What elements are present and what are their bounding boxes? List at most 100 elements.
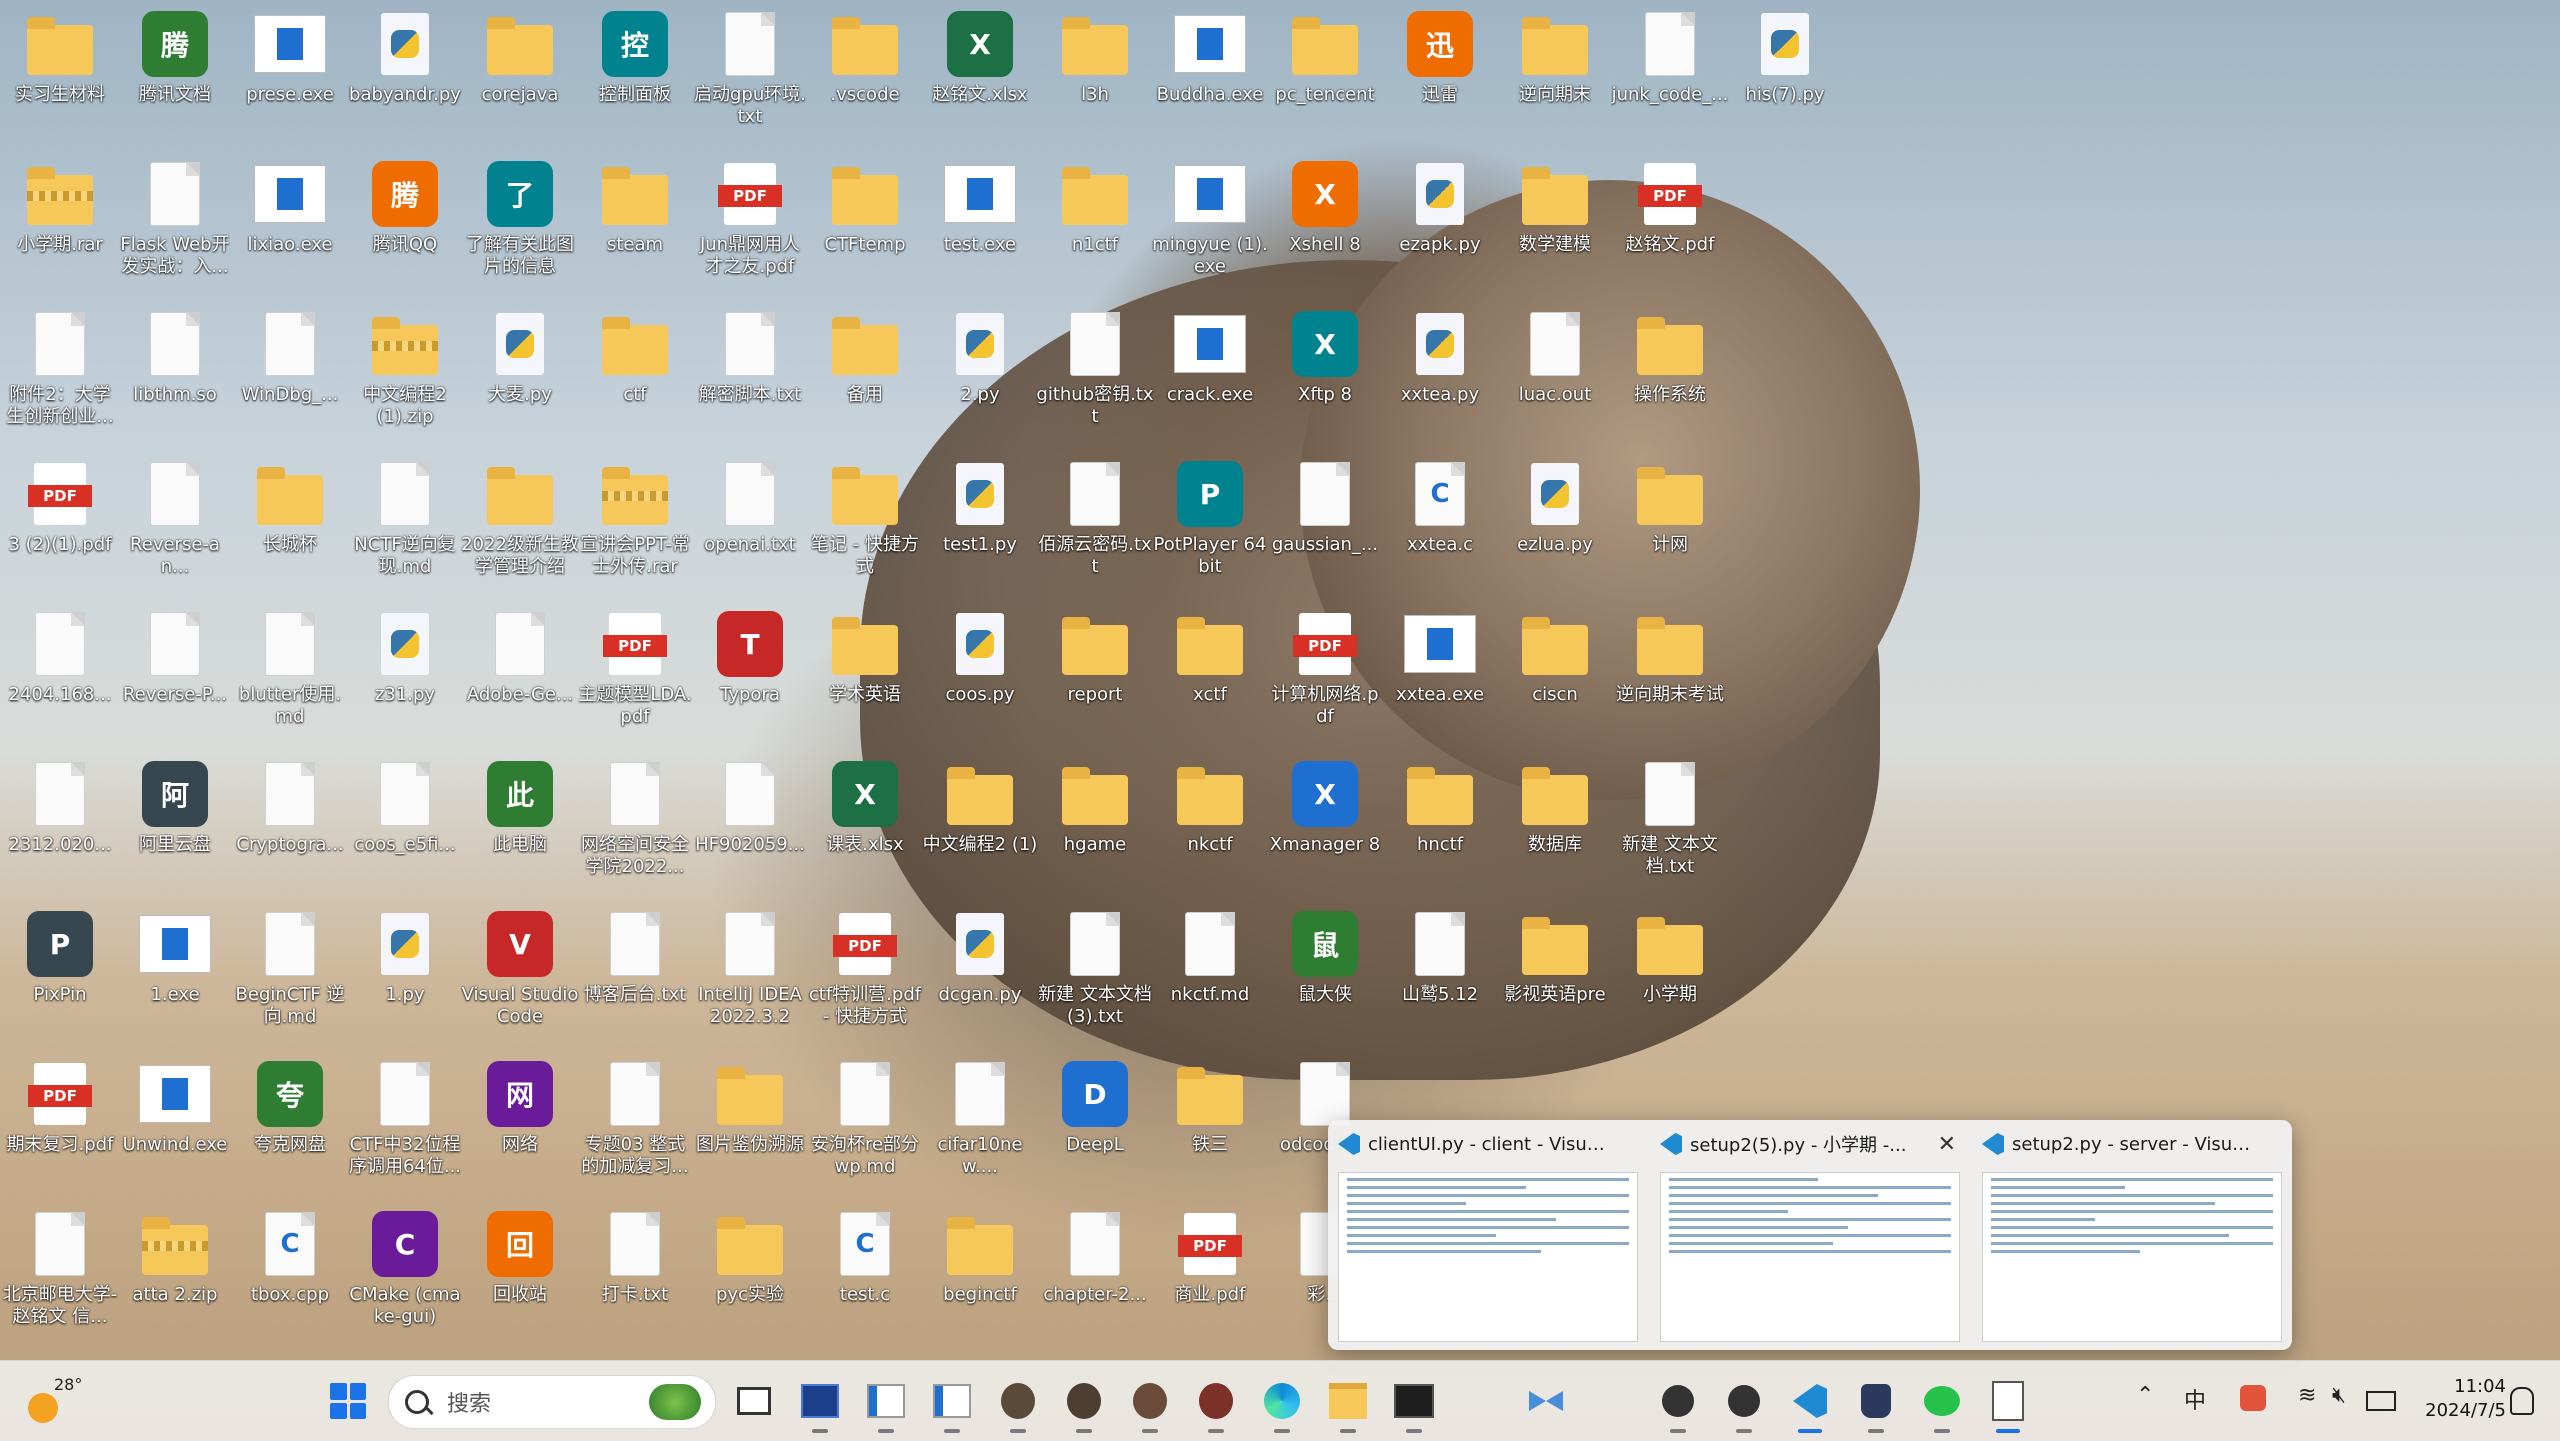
desktop-icon[interactable]: steam xyxy=(583,154,687,294)
desktop-icon[interactable]: xctf xyxy=(1158,604,1262,744)
desktop-icon[interactable]: crack.exe xyxy=(1158,304,1262,444)
desktop-icon[interactable]: atta 2.zip xyxy=(123,1204,227,1344)
desktop-icon[interactable]: P PotPlayer 64 bit xyxy=(1154,454,1266,594)
desktop-icon[interactable]: 大麦.py xyxy=(468,304,572,444)
desktop-icon[interactable]: T Typora xyxy=(698,604,802,744)
desktop-icon[interactable]: 长城杯 xyxy=(238,454,342,594)
desktop-icon[interactable]: libthm.so xyxy=(123,304,227,444)
desktop-icon[interactable]: lixiao.exe xyxy=(238,154,342,294)
desktop-icon[interactable]: 网络空间安全学院2022... xyxy=(581,754,689,894)
desktop-icon[interactable]: X Xmanager 8 xyxy=(1270,754,1380,894)
desktop-icon[interactable]: pyc实验 xyxy=(698,1204,802,1344)
desktop-icon[interactable]: 逆向期末考试 xyxy=(1616,604,1724,744)
desktop-icon[interactable]: test1.py xyxy=(928,454,1032,594)
desktop-icon[interactable]: 数学建模 xyxy=(1503,154,1607,294)
desktop-icon[interactable]: Reverse-an... xyxy=(123,454,227,594)
desktop-icon[interactable]: 1.exe xyxy=(123,904,227,1044)
desktop-icon[interactable]: 备用 xyxy=(813,304,917,444)
desktop-icon[interactable]: test.exe xyxy=(928,154,1032,294)
desktop-icon[interactable]: 博客后台.txt xyxy=(583,904,687,1044)
desktop-icon[interactable]: 计网 xyxy=(1618,454,1722,594)
start-button[interactable] xyxy=(330,1383,366,1419)
desktop-icon[interactable]: xxtea.py xyxy=(1388,304,1492,444)
taskbar-app-exe-icon[interactable] xyxy=(796,1377,844,1433)
desktop-icon[interactable]: 启动gpu环境.txt xyxy=(694,4,806,144)
desktop-icon[interactable]: Adobe-Ge... xyxy=(467,604,573,744)
desktop-icon[interactable]: 1.py xyxy=(353,904,457,1044)
desktop-icon[interactable]: xxtea.exe xyxy=(1388,604,1492,744)
desktop-icon[interactable]: 阿阿里云盘 xyxy=(123,754,227,894)
desktop-icon[interactable]: 回回收站 xyxy=(468,1204,572,1344)
desktop-icon[interactable]: 学术英语 xyxy=(813,604,917,744)
desktop-icon[interactable]: Cryptogra... xyxy=(236,754,344,894)
desktop-icon[interactable]: blutter使用.md xyxy=(238,604,342,744)
desktop-icon[interactable]: chapter-2... xyxy=(1043,1204,1147,1344)
desktop-icon[interactable]: report xyxy=(1043,604,1147,744)
desktop-icon[interactable]: 小学期 xyxy=(1618,904,1722,1044)
desktop-icon[interactable]: 佰源云密码.txt xyxy=(1038,454,1152,594)
taskbar-app-exe-icon[interactable] xyxy=(928,1377,976,1433)
desktop-icon[interactable]: 2312.020... xyxy=(8,754,112,894)
desktop-icon[interactable]: ciscn xyxy=(1503,604,1607,744)
desktop-icon[interactable]: corejava xyxy=(468,4,572,144)
desktop-icon[interactable]: 腾腾讯文档 xyxy=(123,4,227,144)
vscode-taskbar-icon[interactable] xyxy=(1786,1377,1834,1433)
desktop-icon[interactable]: 图片鉴伪溯源 xyxy=(696,1054,804,1194)
desktop-icon[interactable]: babyandr.py xyxy=(349,4,461,144)
desktop-icon[interactable]: his(7).py xyxy=(1733,4,1837,144)
battery-icon[interactable] xyxy=(2366,1391,2396,1411)
taskbar-app-avatar-icon[interactable] xyxy=(1192,1377,1240,1433)
desktop-icon[interactable]: Ctest.c xyxy=(813,1204,917,1344)
desktop-icon[interactable]: openai.txt xyxy=(698,454,802,594)
desktop-icon[interactable]: 腾腾讯QQ xyxy=(353,154,457,294)
desktop-icon[interactable]: 数据库 xyxy=(1503,754,1607,894)
wifi-icon[interactable]: ≋ xyxy=(2298,1383,2316,1408)
bug-app-icon[interactable] xyxy=(1654,1377,1702,1433)
taskbar-app-avatar-icon[interactable] xyxy=(1126,1377,1174,1433)
desktop-icon[interactable]: P PixPin xyxy=(8,904,112,1044)
desktop-icon[interactable]: 影视英语pre xyxy=(1503,904,1607,1044)
desktop-icon[interactable]: BeginCTF 逆向.md xyxy=(236,904,344,1044)
desktop-icon[interactable]: 操作系统 xyxy=(1618,304,1722,444)
desktop-icon[interactable]: 主题模型LDA.pdf xyxy=(578,604,692,744)
xshell-app-icon[interactable] xyxy=(1522,1377,1570,1425)
desktop-icon[interactable]: 中文编程2 (1) xyxy=(923,754,1037,894)
window-preview-thumbnail[interactable] xyxy=(1338,1172,1638,1342)
notification-bell-icon[interactable] xyxy=(2510,1387,2534,1415)
desktop-icon[interactable]: 附件2：大学生创新创业... xyxy=(6,304,114,444)
desktop-icon[interactable]: 3 (2)(1).pdf xyxy=(8,454,112,594)
desktop-icon[interactable]: mingyue (1).exe xyxy=(1152,154,1268,294)
desktop-icon[interactable]: X 赵铭文.xlsx xyxy=(928,4,1032,144)
clock[interactable]: 11:04 2024/7/5 xyxy=(2414,1375,2506,1423)
wechat-icon[interactable] xyxy=(1918,1377,1966,1433)
desktop-icon[interactable]: 逆向期末 xyxy=(1503,4,1607,144)
desktop-icon[interactable]: X Xshell 8 xyxy=(1273,154,1377,294)
desktop-icon[interactable]: 打卡.txt xyxy=(583,1204,687,1344)
desktop-icon[interactable]: ezlua.py xyxy=(1503,454,1607,594)
desktop-icon[interactable]: n1ctf xyxy=(1043,154,1147,294)
desktop-icon[interactable]: 夸夸克网盘 xyxy=(238,1054,342,1194)
desktop-icon[interactable]: cifar10new.... xyxy=(928,1054,1032,1194)
desktop-icon[interactable]: V Visual Studio Code xyxy=(462,904,578,1044)
desktop-icon[interactable]: nkctf.md xyxy=(1158,904,1262,1044)
close-icon[interactable]: ✕ xyxy=(1938,1132,1956,1157)
desktop-icon[interactable]: 商业.pdf xyxy=(1158,1204,1262,1344)
desktop-icon[interactable]: Buddha.exe xyxy=(1157,4,1263,144)
desktop-icon[interactable]: prese.exe xyxy=(238,4,342,144)
desktop-icon[interactable]: dcgan.py xyxy=(928,904,1032,1044)
desktop-icon[interactable]: D DeepL xyxy=(1043,1054,1147,1194)
desktop-icon[interactable]: 2404.168... xyxy=(8,604,112,744)
desktop-icon[interactable]: IntelliJ IDEA 2022.3.2 xyxy=(698,904,802,1044)
desktop-icon[interactable]: Unwind.exe xyxy=(123,1054,227,1194)
desktop-icon[interactable]: CTFtemp xyxy=(813,154,917,294)
edge-browser-icon[interactable] xyxy=(1258,1377,1306,1433)
terminal-icon[interactable] xyxy=(1390,1377,1438,1433)
desktop-icon[interactable]: 此此电脑 xyxy=(468,754,572,894)
desktop-icon[interactable]: 宣讲会PPT-常士外传.rar xyxy=(580,454,690,594)
desktop-icon[interactable]: hgame xyxy=(1043,754,1147,894)
desktop-icon[interactable]: 专题03 整式的加减复习... xyxy=(581,1054,689,1194)
desktop-icon[interactable]: junk_code_... xyxy=(1612,4,1728,144)
desktop-icon[interactable]: z31.py xyxy=(353,604,457,744)
desktop-icon[interactable]: ctf特训营.pdf - 快捷方式 xyxy=(809,904,921,1044)
desktop-icon[interactable]: HF902059... xyxy=(695,754,805,894)
